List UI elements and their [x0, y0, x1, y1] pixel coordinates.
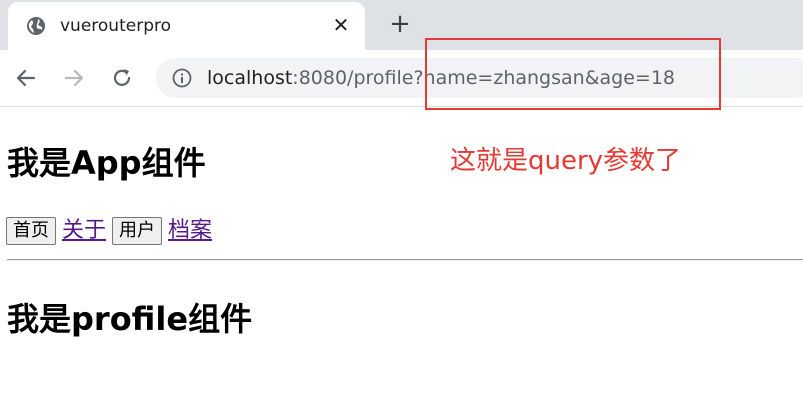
info-icon[interactable]	[172, 68, 192, 88]
tab-title: vuerouterpro	[60, 16, 172, 36]
new-tab-icon[interactable]: +	[386, 10, 414, 38]
router-nav: 首页 关于 用户 档案	[6, 216, 218, 246]
reload-icon[interactable]	[108, 64, 136, 92]
browser-tab[interactable]: vuerouterpro ✕	[8, 2, 365, 50]
url-host: localhost	[207, 67, 293, 89]
close-tab-icon[interactable]: ✕	[330, 14, 352, 36]
app-title: 我是App组件	[7, 144, 206, 182]
globe-icon	[27, 17, 45, 35]
forward-arrow-icon[interactable]	[60, 64, 88, 92]
profile-link[interactable]: 档案	[168, 217, 212, 245]
about-link[interactable]: 关于	[62, 217, 106, 245]
home-button[interactable]: 首页	[6, 217, 56, 245]
user-button[interactable]: 用户	[112, 217, 163, 245]
back-arrow-icon[interactable]	[12, 64, 40, 92]
query-annotation: 这就是query参数了	[450, 146, 682, 176]
page-content: 我是App组件 这就是query参数了 首页 关于 用户 档案 我是profil…	[0, 107, 803, 405]
divider	[7, 259, 803, 261]
profile-title: 我是profile组件	[7, 300, 253, 338]
query-highlight-box	[425, 38, 721, 110]
